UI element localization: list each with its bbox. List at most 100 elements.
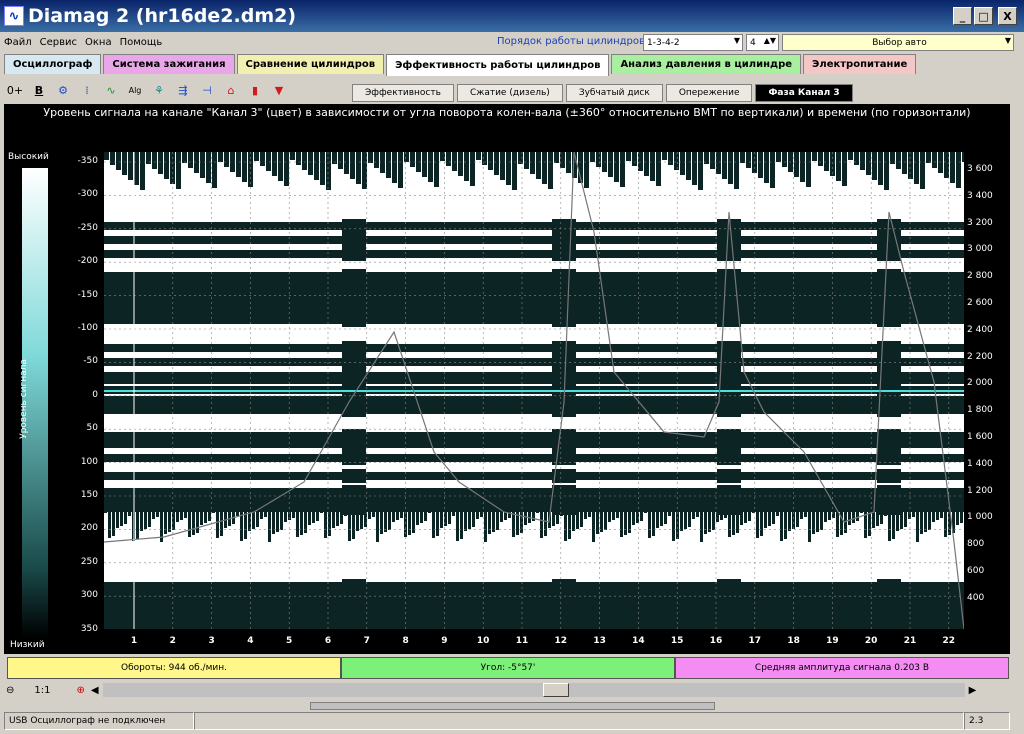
tab-oscilloscope[interactable]: Осциллограф xyxy=(4,54,102,74)
tab-compare-cylinders[interactable]: Сравнение цилиндров xyxy=(236,54,385,74)
y-tick-left: -350 xyxy=(77,156,98,166)
zoom-in-icon[interactable]: ⊕ xyxy=(76,685,84,696)
usb-status: USB Осциллограф не подключен xyxy=(4,712,194,730)
scroll-right-icon[interactable]: ▶ xyxy=(969,685,977,696)
main-window: ∿ Diamag 2 (hr16de2.dm2) _ □ X Файл Серв… xyxy=(0,0,1024,734)
zero-shift-icon[interactable]: 0+ xyxy=(4,80,26,100)
cylinder-order-select[interactable]: 1-3-4-2 ▼ xyxy=(643,34,743,51)
toolbar: 0+ B ⚙ ⁞ ∿ Alg ⚘ ⇶ ⊣ ⌂ ▮ ▼ xyxy=(4,78,292,102)
phase-heatmap[interactable] xyxy=(104,152,964,629)
y-tick-right: 1 000 xyxy=(967,512,993,523)
y-tick-right: 2 200 xyxy=(967,351,993,362)
y-tick-right: 2 400 xyxy=(967,324,993,335)
vertical-scrollbar[interactable] xyxy=(1012,104,1022,654)
main-tabs: Осциллограф Система зажигания Сравнение … xyxy=(4,54,918,76)
y-tick-left: -200 xyxy=(77,256,98,267)
y-tick-right: 1 600 xyxy=(967,431,993,442)
x-tick: 14 xyxy=(632,636,645,646)
title-bar: ∿ Diamag 2 (hr16de2.dm2) _ □ X xyxy=(0,0,1024,32)
tab-efficiency[interactable]: Эффективность xyxy=(352,84,454,102)
y-tick-left: -50 xyxy=(83,356,98,367)
funnel-icon[interactable]: ▼ xyxy=(268,80,290,100)
maximize-button[interactable]: □ xyxy=(974,7,993,25)
legend-axis-label: Уровень сигнала xyxy=(19,359,29,439)
horizontal-scroll-track[interactable] xyxy=(568,683,965,697)
menu-service[interactable]: Сервис xyxy=(36,37,81,48)
curve-icon[interactable]: ∿ xyxy=(100,80,122,100)
y-tick-left: 350 xyxy=(80,623,98,634)
status-spacer xyxy=(194,712,964,730)
sub-tabs: Эффективность Сжатие (дизель) Зубчатый д… xyxy=(352,84,856,102)
tab-phase-channel3[interactable]: Фаза Канал 3 xyxy=(755,84,853,102)
minimize-button[interactable]: _ xyxy=(953,7,972,25)
horizontal-scroll-track[interactable] xyxy=(102,683,543,697)
tab-gear-disk[interactable]: Зубчатый диск xyxy=(565,84,663,102)
tab-pressure-analysis[interactable]: Анализ давления в цилиндре xyxy=(611,54,802,74)
horizontal-scroll-thumb[interactable] xyxy=(542,683,569,697)
chevron-down-icon: ▼ xyxy=(1004,36,1011,45)
cylinder-count-spinner[interactable]: 4 ▲▼ xyxy=(746,34,779,51)
y-tick-left: -150 xyxy=(77,289,98,300)
x-tick: 9 xyxy=(441,636,448,646)
y-tick-left: -250 xyxy=(77,222,98,233)
x-tick: 19 xyxy=(826,636,839,646)
x-tick: 22 xyxy=(942,636,956,646)
x-tick: 15 xyxy=(670,636,684,646)
tab-power-supply[interactable]: Электропитание xyxy=(803,54,917,74)
scroll-left-icon[interactable]: ◀ xyxy=(91,685,99,696)
x-tick: 21 xyxy=(903,636,917,646)
tab-ignition[interactable]: Система зажигания xyxy=(103,54,235,74)
x-tick: 12 xyxy=(554,636,568,646)
phase-plot: Уровень сигнала на канале "Канал 3" (цве… xyxy=(4,104,1010,654)
x-tick: 6 xyxy=(324,636,332,646)
car-select[interactable]: Выбор авто ▼ xyxy=(782,34,1014,51)
amplitude-readout: Средняя амплитуда сигнала 0.203 В xyxy=(675,657,1009,679)
export-icon[interactable]: ⇶ xyxy=(172,80,194,100)
x-tick: 20 xyxy=(864,636,878,646)
rpm-icon[interactable]: ⚙ xyxy=(52,80,74,100)
angle-icon[interactable]: ⌂ xyxy=(220,80,242,100)
x-tick: 3 xyxy=(208,636,215,646)
x-tick: 18 xyxy=(787,636,800,646)
y-tick-right: 1 200 xyxy=(967,485,993,496)
x-tick: 7 xyxy=(363,636,370,646)
rpm-readout: Обороты: 944 об./мин. xyxy=(7,657,341,679)
filter-icon[interactable]: ⚘ xyxy=(148,80,170,100)
y-tick-right: 1 400 xyxy=(967,458,993,469)
version-label: 2.3 xyxy=(964,712,1010,730)
menu-file[interactable]: Файл xyxy=(0,37,36,48)
cylinder-order-value: 1-3-4-2 xyxy=(647,37,680,48)
x-tick: 1 xyxy=(130,636,138,646)
tab-advance[interactable]: Опережение xyxy=(665,84,753,102)
scale-icon[interactable]: ⁞ xyxy=(76,80,98,100)
legend-high-label: Высокий xyxy=(8,152,49,162)
plot-caption: Уровень сигнала на канале "Канал 3" (цве… xyxy=(43,106,971,119)
y-tick-left: 0 xyxy=(92,389,98,400)
mark-icon[interactable]: ⊣ xyxy=(196,80,218,100)
zoom-out-icon[interactable]: ⊖ xyxy=(6,685,14,696)
measurement-row: Обороты: 944 об./мин. Угол: -5°57' Средн… xyxy=(7,657,1009,679)
angle-readout: Угол: -5°57' xyxy=(341,657,675,679)
y-tick-left: -300 xyxy=(77,189,98,200)
y-tick-left: 100 xyxy=(80,456,98,467)
y-tick-right: 3 000 xyxy=(967,244,993,255)
app-logo-icon: ∿ xyxy=(4,6,24,26)
horizontal-splitter[interactable] xyxy=(310,702,715,710)
x-tick: 17 xyxy=(748,636,762,646)
tab-cylinder-efficiency[interactable]: Эффективность работы цилиндров xyxy=(386,54,610,76)
y-tick-left: 50 xyxy=(86,423,98,434)
x-tick: 8 xyxy=(402,636,409,646)
y-tick-right: 2 000 xyxy=(967,378,993,389)
status-bar: USB Осциллограф не подключен 2.3 xyxy=(4,712,1020,730)
y-tick-right: 3 200 xyxy=(967,217,993,228)
window-title: Diamag 2 (hr16de2.dm2) xyxy=(28,5,297,27)
spin-arrows-icon: ▲▼ xyxy=(763,36,776,45)
menu-windows[interactable]: Окна xyxy=(81,37,116,48)
menu-help[interactable]: Помощь xyxy=(116,37,167,48)
close-button[interactable]: X xyxy=(998,7,1017,25)
algorithm-icon[interactable]: Alg xyxy=(124,80,146,100)
y-tick-left: 150 xyxy=(80,490,98,500)
tab-compression[interactable]: Сжатие (дизель) xyxy=(456,84,563,102)
bold-b-icon[interactable]: B xyxy=(28,80,50,100)
bar-icon[interactable]: ▮ xyxy=(244,80,266,100)
